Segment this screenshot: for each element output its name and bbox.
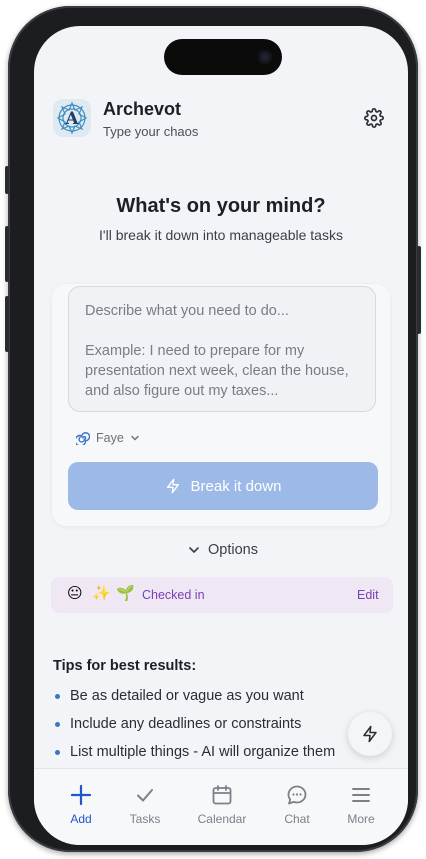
bottom-tab-bar: Add Tasks Calendar Chat More [34, 768, 408, 845]
lightning-icon [166, 478, 179, 494]
tip-text: List multiple things - AI will organize … [70, 744, 336, 760]
hero-subtitle: I'll break it down into manageable tasks [99, 227, 343, 243]
logo-mandala-icon: A [56, 101, 88, 135]
tab-label: Chat [284, 812, 310, 826]
tab-chat[interactable]: Chat [267, 783, 327, 826]
app-screen: A Archevot Type your chaos What's on you… [34, 26, 408, 845]
calendar-icon [212, 785, 232, 805]
seedling-emoji: 🌱 [116, 585, 135, 602]
tip-item: List multiple things - AI will organize … [53, 744, 335, 760]
tab-label: Add [70, 812, 92, 826]
phone-frame: A Archevot Type your chaos What's on you… [5, 6, 421, 852]
task-description-input[interactable]: Describe what you need to do... Example:… [68, 286, 376, 412]
bullet-icon [55, 749, 60, 755]
settings-button[interactable] [364, 108, 384, 128]
options-toggle[interactable]: Options [188, 542, 258, 558]
phone-side-button [5, 296, 9, 352]
phone-side-button [5, 166, 9, 194]
lightning-icon [363, 725, 377, 743]
chevron-down-icon [131, 435, 139, 441]
spiral-icon [76, 432, 90, 445]
chat-bubble-icon [287, 785, 307, 805]
break-it-down-button[interactable]: Break it down [68, 462, 378, 510]
tip-text: Be as detailed or vague as you want [70, 688, 304, 704]
checkin-banner: 😐 ✨ 🌱 Checked in Edit [51, 577, 393, 613]
break-it-down-label: Break it down [190, 477, 282, 495]
tab-calendar[interactable]: Calendar [192, 783, 252, 826]
model-name: Faye [96, 431, 124, 445]
camera-icon [258, 50, 272, 64]
svg-text:A: A [64, 109, 79, 129]
sparkles-emoji: ✨ [92, 585, 111, 602]
chevron-down-icon [189, 547, 199, 553]
bullet-icon [55, 693, 60, 699]
tab-label: Calendar [197, 812, 247, 826]
quick-action-button[interactable] [348, 712, 392, 756]
dynamic-island [164, 39, 282, 75]
app-logo: A [53, 99, 91, 137]
checkin-edit-link[interactable]: Edit [357, 588, 379, 602]
tab-tasks[interactable]: Tasks [115, 783, 175, 826]
tab-more[interactable]: More [331, 783, 391, 826]
tip-item: Be as detailed or vague as you want [53, 688, 304, 704]
tab-label: More [347, 812, 375, 826]
tip-item: Include any deadlines or constraints [53, 716, 301, 732]
phone-side-button [5, 226, 9, 282]
tips-heading: Tips for best results: [53, 658, 197, 674]
plus-icon [70, 784, 92, 806]
tab-label: Tasks [129, 812, 161, 826]
gear-icon [364, 108, 384, 128]
checkin-status: Checked in [142, 588, 205, 602]
bullet-icon [55, 721, 60, 727]
phone-side-button [417, 246, 421, 334]
model-selector[interactable]: Faye [76, 431, 140, 445]
check-icon [137, 789, 153, 802]
tip-text: Include any deadlines or constraints [70, 716, 302, 732]
options-label: Options [208, 542, 258, 558]
menu-icon [352, 788, 370, 802]
neutral-face-emoji: 😐 [67, 585, 83, 602]
app-tagline: Type your chaos [103, 124, 199, 139]
tab-add[interactable]: Add [51, 783, 111, 826]
hero-title: What's on your mind? [116, 195, 326, 217]
app-title: Archevot [103, 99, 182, 119]
